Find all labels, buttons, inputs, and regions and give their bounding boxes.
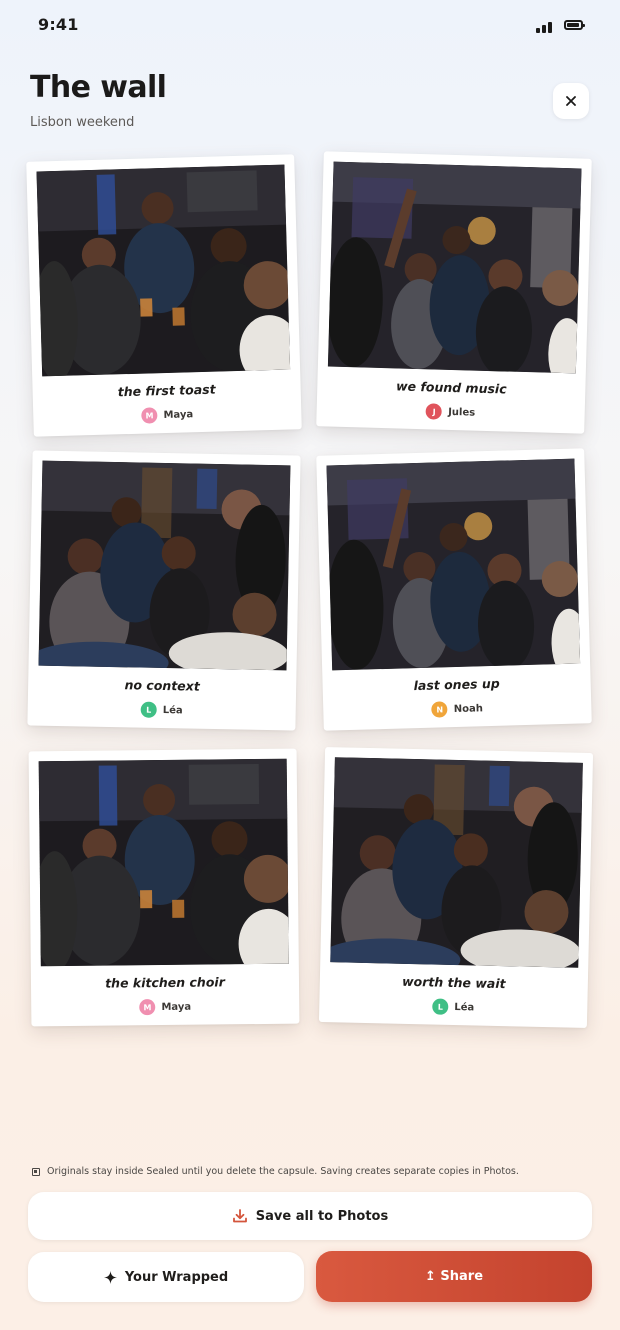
avatar: M: [141, 407, 158, 424]
author-name: Noah: [453, 702, 484, 715]
save-all-label: Save all to Photos: [255, 1208, 389, 1224]
photo-card[interactable]: the first toast M Maya: [26, 154, 302, 437]
photo-caption: worth the wait: [401, 973, 506, 992]
share-button[interactable]: ↥ Share: [316, 1251, 592, 1302]
page-subtitle: Lisbon weekend: [30, 115, 135, 130]
author-name: Léa: [162, 704, 183, 716]
photo[interactable]: [38, 758, 289, 967]
photo-card[interactable]: worth the wait L Léa: [318, 746, 594, 1029]
avatar: L: [432, 998, 449, 1015]
photo-caption: no context: [124, 677, 200, 694]
sparkle-icon: [103, 1270, 117, 1284]
photo-caption: last ones up: [413, 675, 500, 694]
author-name: Maya: [161, 1001, 192, 1013]
avatar: L: [140, 701, 157, 718]
photo-card[interactable]: the kitchen choir M Maya: [28, 748, 300, 1027]
photo[interactable]: [36, 164, 291, 377]
avatar: N: [431, 701, 449, 718]
photo-caption: the first toast: [117, 381, 216, 400]
author-name: Maya: [163, 408, 194, 421]
your-wrapped-button[interactable]: Your Wrapped: [28, 1252, 304, 1302]
author-name: Léa: [454, 1001, 475, 1013]
photo-card[interactable]: last ones up N Noah: [316, 448, 592, 731]
avatar: M: [139, 999, 156, 1016]
photo-card[interactable]: we found music J Jules: [316, 151, 592, 434]
photo[interactable]: [327, 161, 582, 374]
photo-caption: we found music: [395, 378, 507, 397]
photo-card[interactable]: no context L Léa: [27, 450, 301, 731]
photo-author: J Jules: [326, 400, 574, 423]
page-title: The wall: [30, 70, 167, 105]
photo-caption: the kitchen choir: [105, 974, 225, 991]
photo-author: L Léa: [329, 996, 577, 1018]
status-bar: 9:41: [0, 0, 620, 50]
storage-icon: [32, 1167, 40, 1176]
save-all-button[interactable]: Save all to Photos: [28, 1192, 592, 1240]
author-name: Jules: [447, 406, 476, 419]
photo-author: M Maya: [43, 403, 291, 426]
photo-author: N Noah: [333, 697, 581, 720]
privacy-notice: Originals stay inside Sealed until you d…: [32, 1166, 519, 1177]
close-icon: [566, 96, 576, 106]
photo[interactable]: [330, 757, 583, 968]
close-button[interactable]: [553, 83, 589, 119]
photo-author: L Léa: [38, 700, 286, 721]
privacy-notice-text: Originals stay inside Sealed until you d…: [47, 1166, 519, 1177]
photo[interactable]: [38, 460, 291, 671]
signal-icon: [536, 19, 558, 33]
photo[interactable]: [326, 458, 581, 671]
share-label: ↥ Share: [424, 1269, 484, 1284]
download-icon: [232, 1208, 248, 1224]
avatar: J: [425, 403, 443, 420]
photo-author: M Maya: [41, 998, 289, 1017]
battery-icon: [564, 20, 585, 30]
your-wrapped-label: Your Wrapped: [124, 1269, 229, 1285]
status-time: 9:41: [38, 15, 79, 34]
